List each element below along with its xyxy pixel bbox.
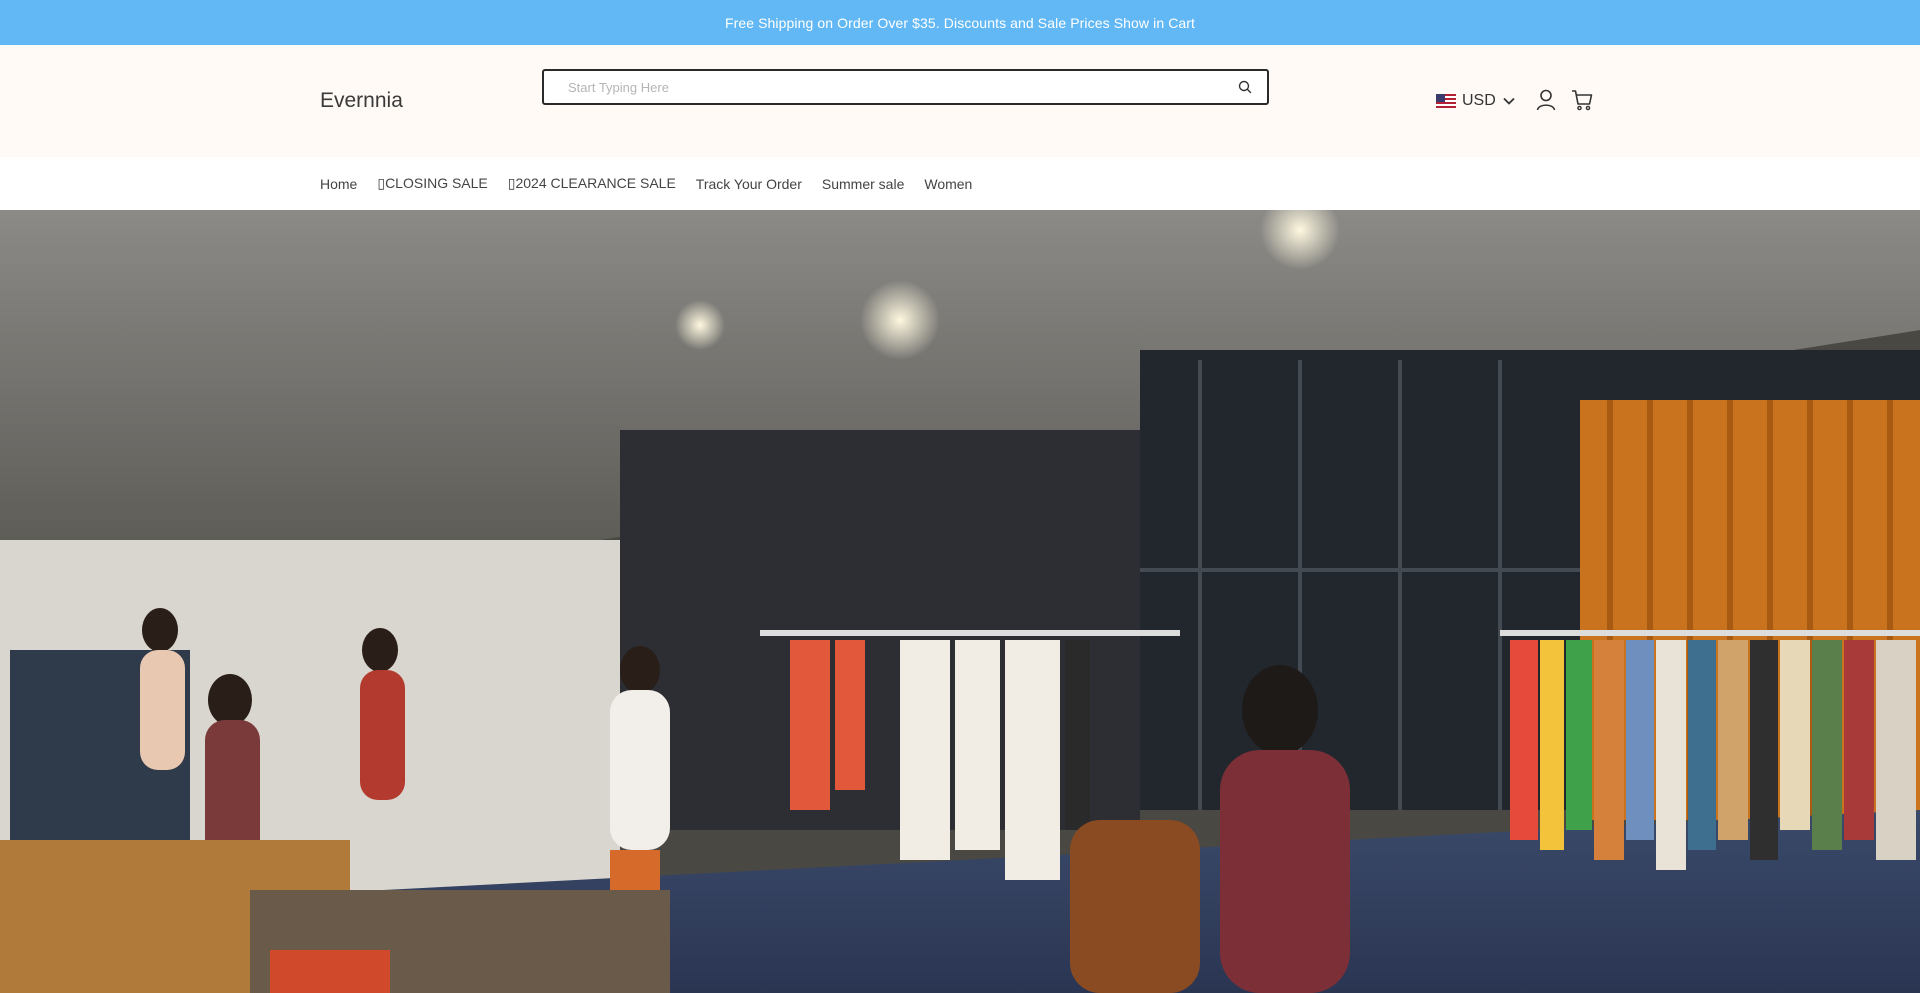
nav-item-women[interactable]: Women xyxy=(924,176,972,192)
search-input[interactable] xyxy=(566,78,1235,96)
search-icon[interactable] xyxy=(1235,77,1255,97)
nav-item-summer-sale[interactable]: Summer sale xyxy=(822,176,904,192)
site-header: Evernnia USD xyxy=(0,45,1920,157)
currency-selector[interactable]: USD xyxy=(1436,92,1517,110)
hero-banner-image[interactable] xyxy=(0,210,1920,993)
us-flag-icon xyxy=(1436,94,1456,108)
chevron-down-icon xyxy=(1503,94,1517,108)
nav-item-track-order[interactable]: Track Your Order xyxy=(696,176,802,192)
nav-item-home[interactable]: Home xyxy=(320,176,357,192)
main-navigation: Home ▯CLOSING SALE ▯2024 CLEARANCE SALE … xyxy=(0,157,1920,210)
search-bar xyxy=(542,69,1269,105)
currency-label: USD xyxy=(1462,92,1496,109)
user-icon[interactable] xyxy=(1536,89,1556,113)
cart-icon[interactable] xyxy=(1571,89,1593,113)
store-logo[interactable]: Evernnia xyxy=(320,89,403,113)
announcement-text: Free Shipping on Order Over $35. Discoun… xyxy=(724,14,1196,31)
nav-item-clearance-sale[interactable]: ▯2024 CLEARANCE SALE xyxy=(508,175,676,192)
nav-item-closing-sale[interactable]: ▯CLOSING SALE xyxy=(377,175,487,192)
announcement-bar: Free Shipping on Order Over $35. Discoun… xyxy=(0,0,1920,45)
